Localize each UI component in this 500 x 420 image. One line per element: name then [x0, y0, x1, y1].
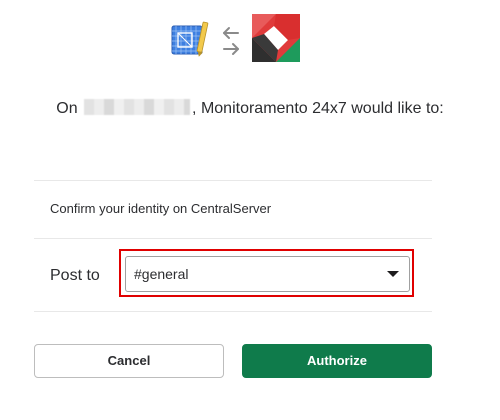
authorize-button[interactable]: Authorize — [242, 344, 432, 378]
post-to-label: Post to — [50, 267, 100, 284]
message-suffix: , Monitoramento 24x7 would like to: — [192, 100, 444, 117]
cancel-button[interactable]: Cancel — [34, 344, 224, 378]
channel-select-value: #general — [134, 266, 189, 282]
app-icons-row — [0, 14, 500, 64]
slack-app-icon — [252, 14, 300, 62]
authorization-message: On , Monitoramento 24x7 would like to: — [40, 95, 460, 123]
authorization-dialog: On , Monitoramento 24x7 would like to: C… — [0, 0, 500, 420]
blueprint-app-icon — [171, 21, 209, 57]
message-prefix: On — [56, 100, 78, 117]
divider-top — [34, 180, 432, 181]
divider-bottom — [34, 311, 432, 312]
divider-middle — [34, 238, 432, 239]
permission-identity: Confirm your identity on CentralServer — [50, 201, 272, 216]
chevron-down-icon — [387, 271, 399, 277]
swap-arrows-icon — [223, 27, 239, 55]
channel-select[interactable]: #general — [125, 256, 410, 292]
redacted-workspace-name — [84, 99, 191, 115]
